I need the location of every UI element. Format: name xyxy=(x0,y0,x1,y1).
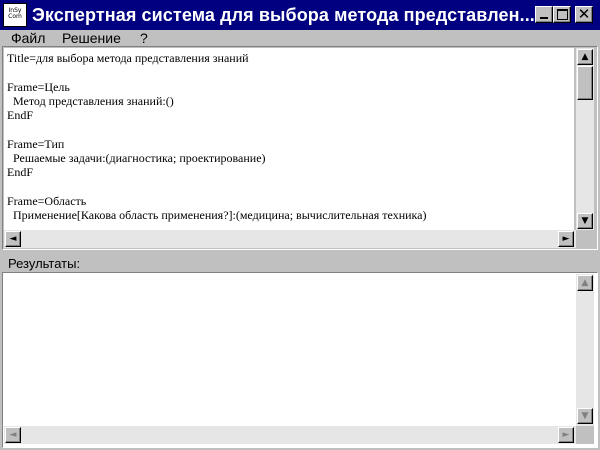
results-scroll-up-button[interactable]: ▲ xyxy=(577,275,593,291)
results-text[interactable] xyxy=(4,274,574,426)
results-label: Результаты: xyxy=(8,256,81,271)
menu-help[interactable]: ? xyxy=(140,29,148,47)
editor-scroll-left-button[interactable]: ◄ xyxy=(5,231,21,247)
editor-scroll-corner xyxy=(576,230,594,248)
editor-scroll-up-button[interactable]: ▲ xyxy=(577,49,593,65)
results-horizontal-scrollbar[interactable] xyxy=(4,426,576,444)
results-scroll-right-button[interactable]: ► xyxy=(558,427,574,443)
app-icon[interactable]: InSy Com xyxy=(3,3,27,27)
close-button[interactable]: ✕ xyxy=(575,5,593,23)
results-scroll-corner xyxy=(576,426,594,444)
menu-file[interactable]: Файл xyxy=(11,29,45,47)
editor-scroll-down-button[interactable]: ▼ xyxy=(577,213,593,229)
close-icon: ✕ xyxy=(577,5,591,23)
window-title: Экспертная система для выбора метода пре… xyxy=(32,5,535,25)
menu-solution[interactable]: Решение xyxy=(62,29,121,47)
maximize-button[interactable] xyxy=(553,6,571,23)
menu-bar: Файл Решение ? xyxy=(0,30,600,46)
results-scroll-left-button[interactable]: ◄ xyxy=(5,427,21,443)
results-vertical-scrollbar[interactable] xyxy=(576,274,594,426)
editor-scroll-right-button[interactable]: ► xyxy=(558,231,574,247)
minimize-button[interactable] xyxy=(535,6,553,23)
editor-vertical-thumb[interactable] xyxy=(577,66,593,100)
results-scroll-down-button[interactable]: ▼ xyxy=(577,408,593,424)
editor-horizontal-scrollbar[interactable] xyxy=(4,230,576,248)
knowledge-base-text[interactable]: Title=для выбора метода представления зн… xyxy=(4,48,574,230)
